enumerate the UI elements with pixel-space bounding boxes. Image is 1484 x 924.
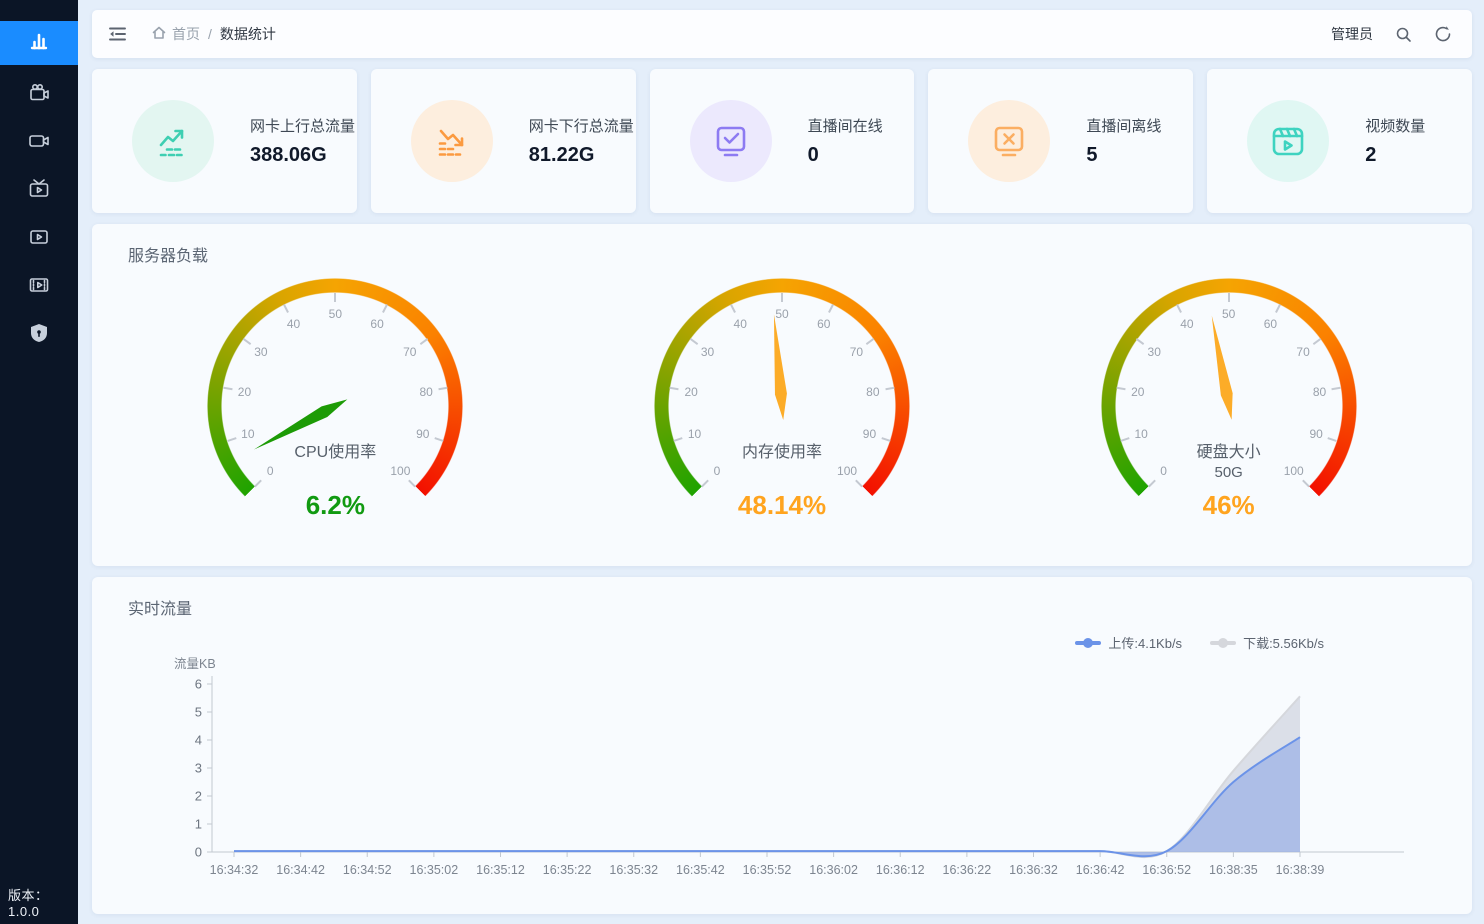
gauge-value: 46% [1079,490,1379,521]
film-strip-icon [27,273,51,302]
stat-card-rooms-online: 直播间在线 0 [650,69,915,213]
breadcrumb-separator: / [208,26,212,42]
stat-card-value: 81.22G [529,144,634,167]
monitor-check-icon [690,100,772,182]
traffic-down-icon [411,100,493,182]
gauge-memory: 0102030405060708090100 内存使用率 48.14% [632,266,932,566]
bar-chart-icon [28,30,50,57]
legend-label-download: 下载:5.56Kb/s [1243,633,1324,652]
gauge-label: 硬盘大小 [1079,438,1379,462]
stat-card-value: 2 [1365,144,1425,167]
stat-card-label: 网卡上行总流量 [250,115,355,136]
stat-cards-row: 网卡上行总流量 388.06G 网卡下行总流量 81.22G 直播间在线 0 [92,69,1472,213]
svg-text:16:35:02: 16:35:02 [410,863,459,877]
svg-text:5: 5 [195,705,202,720]
traffic-up-icon [132,100,214,182]
stat-card-video-count: 视频数量 2 [1207,69,1472,213]
gauge-label: 内存使用率 [632,438,932,462]
user-name[interactable]: 管理员 [1331,24,1373,44]
stat-card-net-down: 网卡下行总流量 81.22G [371,69,636,213]
main-content: 首页 / 数据统计 管理员 网卡上行总流量 388.06G [78,0,1484,924]
chart-legend: 上传:4.1Kb/s 下载:5.56Kb/s [92,619,1472,652]
home-icon [151,25,167,44]
shield-lock-icon [27,321,51,350]
svg-text:16:35:22: 16:35:22 [543,863,592,877]
svg-text:16:34:52: 16:34:52 [343,863,392,877]
svg-text:16:35:12: 16:35:12 [476,863,525,877]
stat-card-value: 5 [1086,144,1161,167]
svg-text:16:34:32: 16:34:32 [210,863,259,877]
sidebar-item-monitor[interactable] [0,217,78,261]
stat-card-value: 388.06G [250,144,355,167]
top-bar: 首页 / 数据统计 管理员 [92,10,1472,58]
svg-text:16:36:52: 16:36:52 [1142,863,1191,877]
svg-text:2: 2 [195,789,202,804]
realtime-flow-title: 实时流量 [92,577,1472,619]
server-load-title: 服务器负载 [92,224,1472,266]
sidebar-item-film[interactable] [0,265,78,309]
svg-text:4: 4 [195,733,202,748]
sidebar-item-security[interactable] [0,313,78,357]
monitor-play-icon [27,225,51,254]
stat-card-label: 网卡下行总流量 [529,115,634,136]
gauges-row: 0102030405060708090100 CPU使用率 6.2% 01020… [92,266,1472,566]
legend-item-download[interactable]: 下载:5.56Kb/s [1210,633,1324,652]
legend-marker-upload [1075,641,1101,645]
svg-text:流量KB: 流量KB [174,657,216,671]
svg-text:16:38:35: 16:38:35 [1209,863,1258,877]
realtime-flow-panel: 实时流量 上传:4.1Kb/s 下载:5.56Kb/s 流量KB 0 1 2 3 4 5 6 1… [92,577,1472,914]
clapperboard-play-icon [1247,100,1329,182]
sidebar-item-live-camera[interactable] [0,73,78,117]
stat-card-value: 0 [808,144,883,167]
monitor-x-icon [968,100,1050,182]
svg-text:16:38:39: 16:38:39 [1276,863,1325,877]
gauge-label: CPU使用率 [185,438,485,462]
svg-text:16:35:32: 16:35:32 [609,863,658,877]
breadcrumb-home[interactable]: 首页 [151,24,200,44]
flow-chart: 流量KB 0 1 2 3 4 5 6 16:34:32 16:34:42 16:34:52 16:35… [92,652,1472,907]
stat-card-label: 视频数量 [1365,115,1425,136]
sidebar-item-tv[interactable] [0,169,78,213]
svg-text:3: 3 [195,761,202,776]
sidebar-item-video-camera[interactable] [0,121,78,165]
gauge-value: 6.2% [185,490,485,521]
search-icon[interactable] [1395,26,1412,43]
stat-card-rooms-offline: 直播间离线 5 [928,69,1193,213]
svg-text:16:36:32: 16:36:32 [1009,863,1058,877]
svg-text:16:36:12: 16:36:12 [876,863,925,877]
svg-text:0: 0 [195,845,202,860]
svg-text:16:35:42: 16:35:42 [676,863,725,877]
tv-play-icon [27,177,51,206]
svg-text:1: 1 [195,817,202,832]
legend-item-upload[interactable]: 上传:4.1Kb/s [1075,633,1182,652]
sidebar: 版本： 1.0.0 [0,0,78,924]
refresh-icon[interactable] [1434,25,1452,43]
gauge-cpu: 0102030405060708090100 CPU使用率 6.2% [185,266,485,566]
sidebar-item-stats[interactable] [0,21,78,65]
video-camera-icon [27,129,51,158]
svg-text:16:34:42: 16:34:42 [276,863,325,877]
collapse-sidebar-icon[interactable] [108,25,127,43]
gauge-disk: 0102030405060708090100 硬盘大小 50G 46% [1079,266,1379,566]
version-label: 版本： 1.0.0 [8,885,78,919]
gauge-sublabel: 50G [1079,464,1379,481]
server-load-panel: 服务器负载 0102030405060708090100 CPU使用率 6.2%… [92,224,1472,566]
svg-text:16:36:22: 16:36:22 [943,863,992,877]
svg-text:16:36:42: 16:36:42 [1076,863,1125,877]
legend-label-upload: 上传:4.1Kb/s [1108,633,1182,652]
svg-text:16:36:02: 16:36:02 [809,863,858,877]
movie-camera-icon [27,81,51,110]
breadcrumb-current: 数据统计 [220,24,276,44]
svg-text:16:35:52: 16:35:52 [743,863,792,877]
legend-marker-download [1210,641,1236,645]
stat-card-label: 直播间在线 [808,115,883,136]
gauge-value: 48.14% [632,490,932,521]
stat-card-label: 直播间离线 [1086,115,1161,136]
stat-card-net-up: 网卡上行总流量 388.06G [92,69,357,213]
svg-text:6: 6 [195,677,202,692]
